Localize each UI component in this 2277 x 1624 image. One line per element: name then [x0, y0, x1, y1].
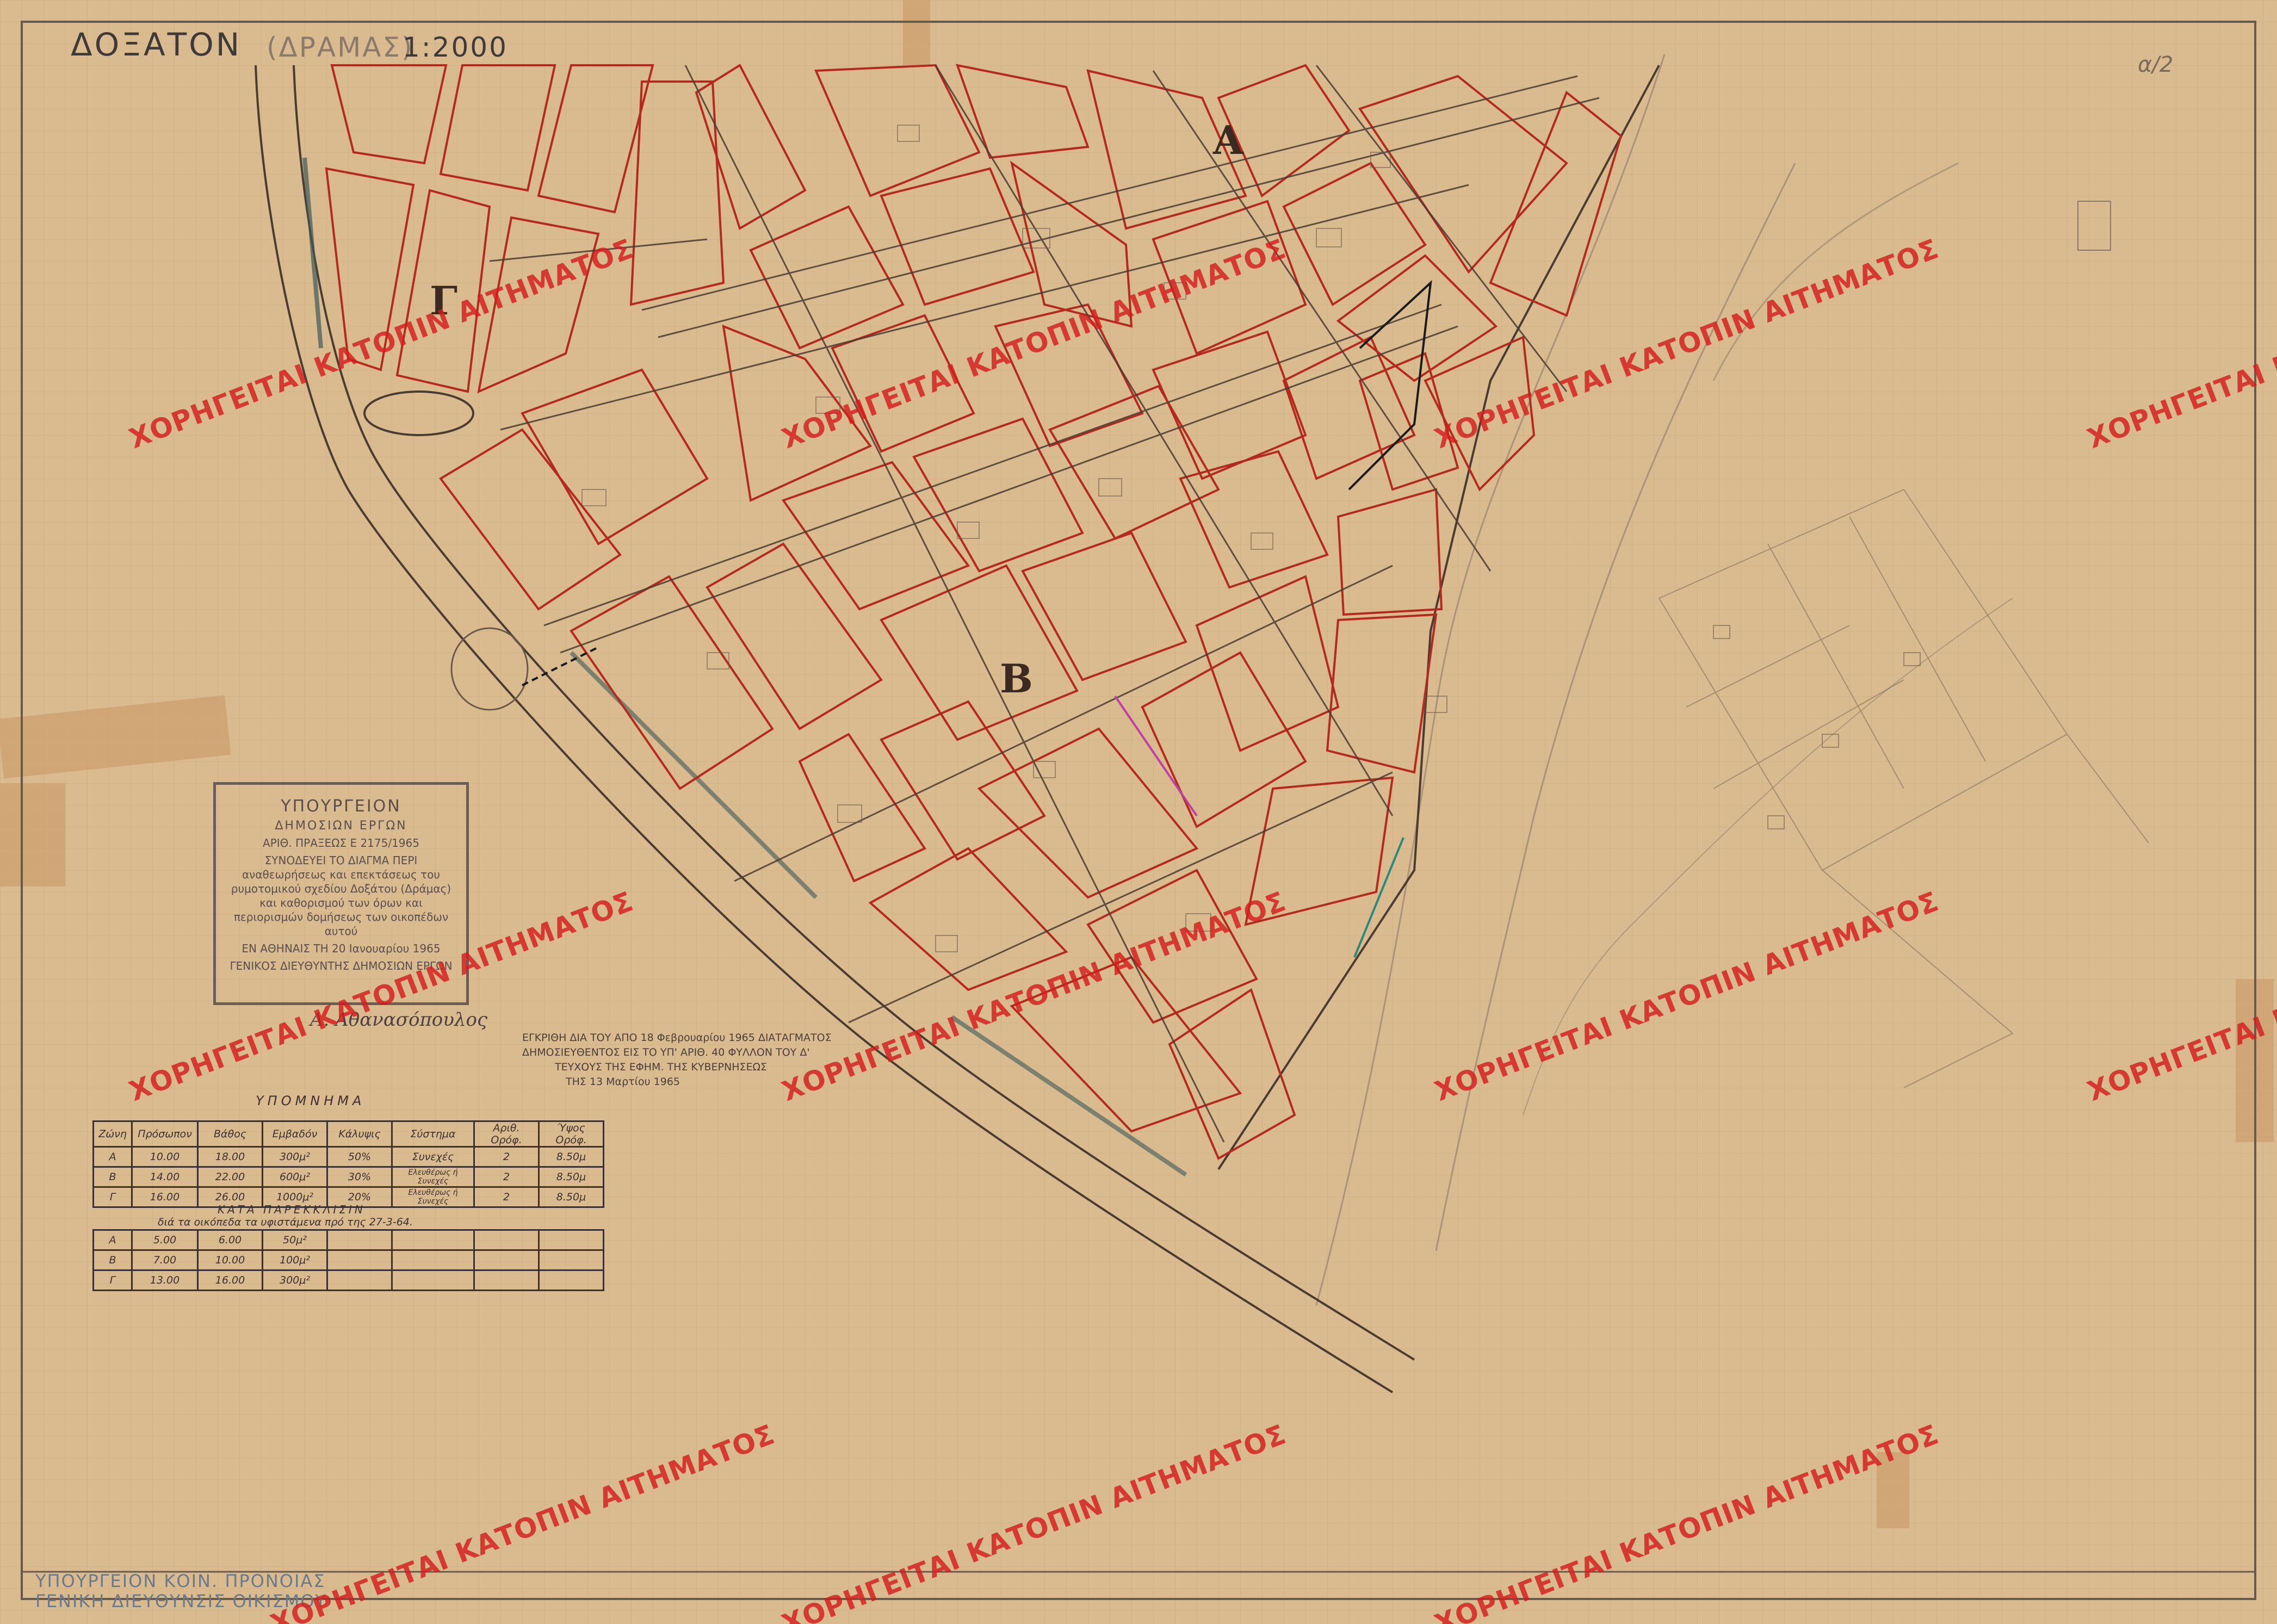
legend-cell: 30%: [326, 1166, 393, 1188]
east-settlement: [1658, 488, 2149, 1088]
legend-cell: 8.50μ: [538, 1186, 604, 1208]
table-row: Β 14.00 22.00 600μ² 30% Ελευθέρως ή Συνε…: [92, 1166, 604, 1188]
legend-cell: Β: [92, 1166, 133, 1188]
legend-header-row: Ζώνη Πρόσωπον Βάθος Εμβαδόν Κάλυψις Σύστ…: [92, 1120, 604, 1148]
legend-header-cell: Ύψος Ορόφ.: [538, 1120, 604, 1148]
deviation-cell: 300μ²: [262, 1269, 328, 1291]
empty-cell: [538, 1269, 604, 1291]
legend-header-cell: Εμβαδόν: [262, 1120, 328, 1148]
legend-cell: 2: [473, 1186, 540, 1208]
legend-cell: 50%: [326, 1146, 393, 1168]
deviation-cell: 10.00: [197, 1249, 263, 1271]
deviation-cell: 13.00: [131, 1269, 199, 1291]
legend-header-cell: Κάλυψις: [326, 1120, 393, 1148]
legend-cell: 14.00: [131, 1166, 199, 1188]
legend-cell: 22.00: [197, 1166, 263, 1188]
legend-header-cell: Πρόσωπον: [131, 1120, 199, 1148]
legend-cell: 18.00: [197, 1146, 263, 1168]
legend-cell: 2: [473, 1146, 540, 1168]
deviation-cell: Α: [92, 1229, 133, 1251]
approval-line-2: ΔΗΜΟΣΙΕΥΘΕΝΤΟΣ ΕΙΣ ΤΟ ΥΠ' ΑΡΙΘ. 40 ΦΥΛΛΟ…: [522, 1046, 810, 1058]
empty-cell: [326, 1229, 393, 1251]
map-sheet: ΔΟΞΑΤΟΝ (ΔΡΑΜΑΣ) 1:2000 α/2 Α Β Γ ΥΠΟΥΡΓ…: [0, 0, 2277, 1624]
empty-cell: [391, 1229, 475, 1251]
stamp-line-4: ΣΥΝΟΔΕΥΕΙ ΤΟ ΔΙΑΓΜΑ ΠΕΡΙ αναθεωρήσεως κα…: [231, 854, 451, 938]
empty-cell: [391, 1269, 475, 1291]
legend-cell: 2: [473, 1166, 540, 1188]
stamp-line-5: ΕΝ ΑΘΗΝΑΙΣ ΤΗ 20 Ιανουαρίου 1965: [242, 942, 441, 955]
map-subtitle: (ΔΡΑΜΑΣ): [267, 32, 414, 63]
legend-cell: Ελευθέρως ή Συνεχές: [391, 1166, 475, 1188]
deviation-cell: 5.00: [131, 1229, 199, 1251]
deviation-cell: 6.00: [197, 1229, 263, 1251]
map-scale: 1:2000: [403, 32, 508, 63]
legend-cell: 8.50μ: [538, 1146, 604, 1168]
main-road: [570, 651, 818, 899]
deviation-cell: 50μ²: [262, 1229, 328, 1251]
legend-cell: 600μ²: [262, 1166, 328, 1188]
square-island: [363, 390, 474, 436]
legend-cell: 16.00: [131, 1186, 199, 1208]
river-bank: [1315, 54, 1666, 1306]
main-road: [302, 157, 323, 349]
legend-header-cell: Ζώνη: [92, 1120, 133, 1148]
deviation-cell: 7.00: [131, 1249, 199, 1271]
empty-cell: [473, 1269, 540, 1291]
legend-cell: 10.00: [131, 1146, 199, 1168]
legend-cell: Γ: [92, 1186, 133, 1208]
stamp-line-3: ΑΡΙΘ. ΠΡΑΞΕΩΣ Ε 2175/1965: [263, 836, 419, 850]
legend-cell: Ελευθέρως ή Συνεχές: [391, 1186, 475, 1208]
table-row: Γ 13.00 16.00 300μ²: [92, 1269, 604, 1291]
deviation-table: Α 5.00 6.00 50μ² Β 7.00 10.00 100μ² Γ 13…: [92, 1229, 604, 1291]
legend-table: Ζώνη Πρόσωπον Βάθος Εμβαδόν Κάλυψις Σύστ…: [92, 1120, 604, 1208]
legend-cell: Συνεχές: [391, 1146, 475, 1168]
deviation-cell: 100μ²: [262, 1249, 328, 1271]
empty-cell: [473, 1249, 540, 1271]
sheet-number: α/2: [2138, 52, 2174, 77]
table-row: Α 10.00 18.00 300μ² 50% Συνεχές 2 8.50μ: [92, 1146, 604, 1168]
approval-line-3: ΤΕΥΧΟΥΣ ΤΗΣ ΕΦΗΜ. ΤΗΣ ΚΥΒΕΡΝΗΣΕΩΣ: [555, 1061, 768, 1073]
deviation-cell: Γ: [92, 1269, 133, 1291]
ministry-line-1: ΥΠΟΥΡΓΕΙΟΝ ΚΟΙΝ. ΠΡΟΝΟΙΑΣ: [35, 1571, 326, 1591]
legend-title: ΥΠΟΜΝΗΜΑ: [256, 1093, 366, 1108]
legend-header-cell: Αριθ. Ορόφ.: [473, 1120, 540, 1148]
legend-header-cell: Βάθος: [197, 1120, 263, 1148]
empty-cell: [538, 1249, 604, 1271]
legend-note-text: διά τα οικόπεδα τα υφιστάμενα πρό της 27…: [158, 1216, 413, 1228]
approval-line-4: ΤΗΣ 13 Μαρτίου 1965: [566, 1076, 680, 1088]
legend-cell: Α: [92, 1146, 133, 1168]
empty-cell: [391, 1249, 475, 1271]
stamp-line-2: ΔΗΜΟΣΙΩΝ ΕΡΓΩΝ: [275, 819, 407, 833]
empty-cell: [326, 1249, 393, 1271]
deviation-cell: 16.00: [197, 1269, 263, 1291]
approval-line-1: ΕΓΚΡΙΘΗ ΔΙΑ ΤΟΥ ΑΠΟ 18 Φεβρουαρίου 1965 …: [522, 1032, 832, 1044]
empty-cell: [326, 1269, 393, 1291]
deviation-cell: Β: [92, 1249, 133, 1271]
legend-cell: 8.50μ: [538, 1166, 604, 1188]
empty-cell: [538, 1229, 604, 1251]
main-road: [950, 1015, 1187, 1177]
approval-stamp: ΕΓΚΡΙΘΗ ΔΙΑ ΤΟΥ ΑΠΟ 18 Φεβρουαρίου 1965 …: [522, 1031, 832, 1089]
table-row: Β 7.00 10.00 100μ²: [92, 1249, 604, 1271]
note-box: [2077, 201, 2111, 251]
zone-label-b: Β: [1000, 655, 1033, 702]
legend-cell: 300μ²: [262, 1146, 328, 1168]
table-row: Α 5.00 6.00 50μ²: [92, 1229, 604, 1251]
legend-header-cell: Σύστημα: [391, 1120, 475, 1148]
empty-cell: [473, 1229, 540, 1251]
stamp-line-1: ΥΠΟΥΡΓΕΙΟΝ: [281, 797, 401, 816]
zone-label-a: Α: [1213, 117, 1243, 163]
map-title: ΔΟΞΑΤΟΝ: [71, 26, 242, 63]
legend-note-title: ΚΑΤΑ ΠΑΡΕΚΚΛΙΣΙΝ: [218, 1203, 366, 1216]
